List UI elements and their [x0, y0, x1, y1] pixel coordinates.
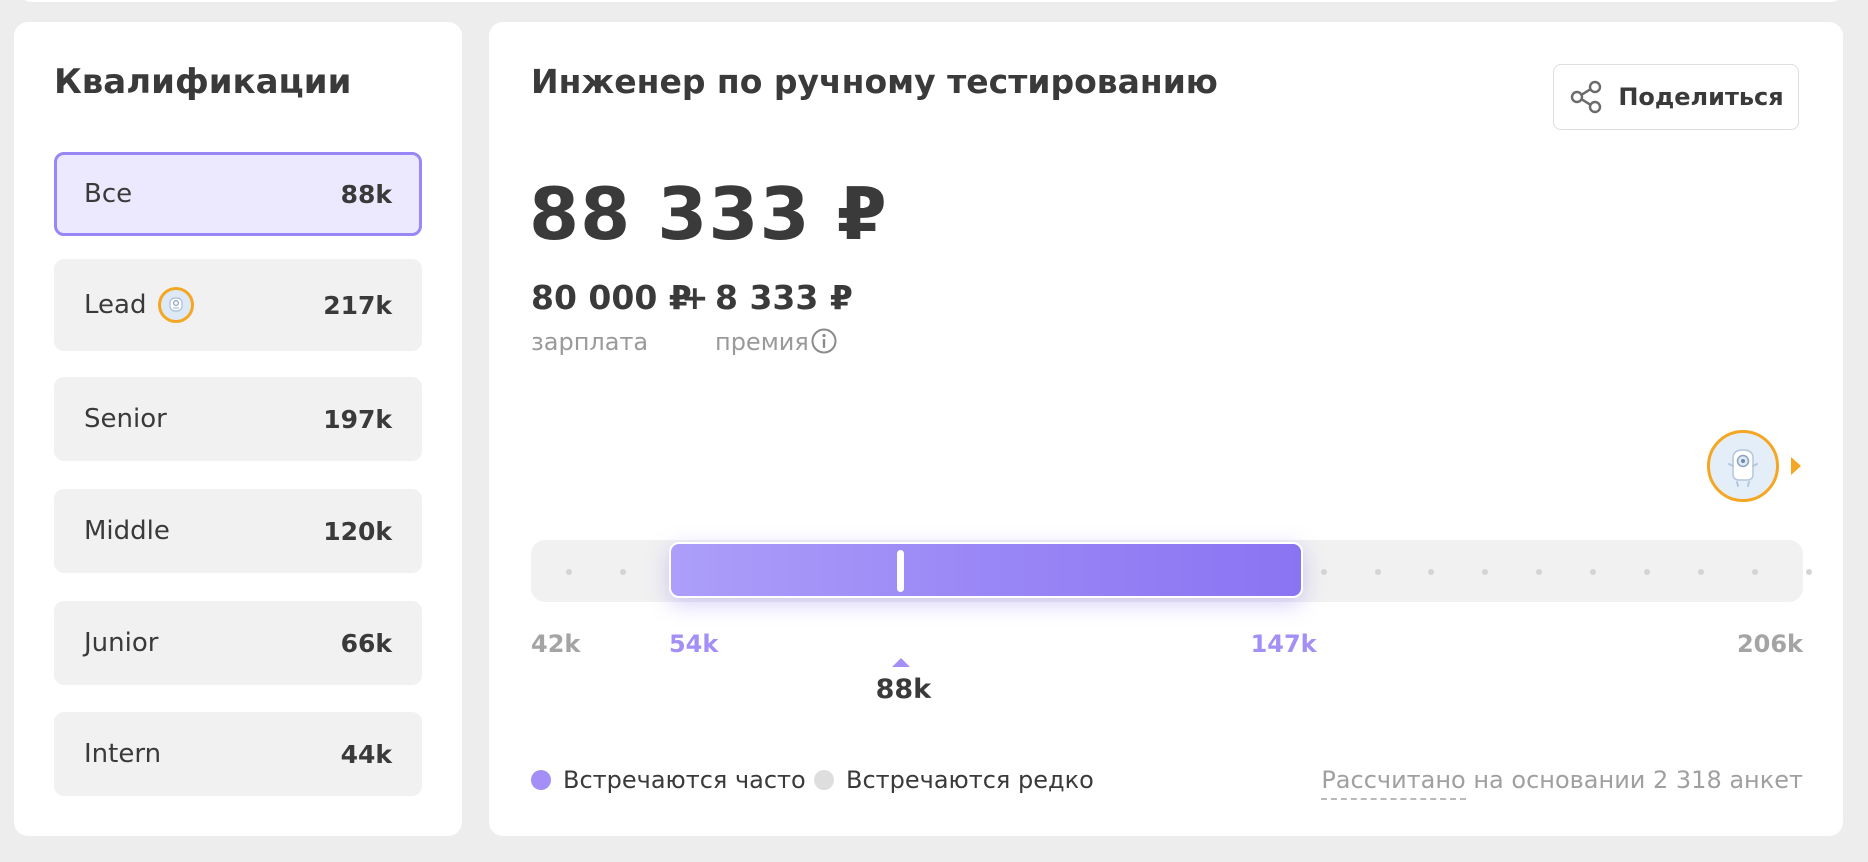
- calculation-note: Рассчитано на основании 2 318 анкет: [1321, 766, 1803, 800]
- range-max-label: 206k: [1736, 630, 1803, 658]
- calculation-text: на основании 2 318 анкет: [1465, 766, 1803, 794]
- qualification-item-junior[interactable]: Junior 66k: [54, 601, 422, 685]
- track-dot: [1374, 569, 1381, 575]
- track-dot: [1697, 569, 1704, 575]
- qualifications-panel: Квалификации Все 88k Lead 217k Senior 19…: [14, 22, 462, 836]
- track-dot: [1590, 569, 1597, 575]
- bonus-caption: премия: [715, 328, 809, 356]
- plus-sign: +: [681, 278, 709, 317]
- calculation-link[interactable]: Рассчитано: [1321, 766, 1466, 800]
- qualification-value: 197k: [323, 404, 392, 434]
- track-dot: [1428, 569, 1435, 575]
- share-icon: [1571, 80, 1602, 114]
- track-dot: [1644, 569, 1650, 575]
- median-label: 88k: [875, 674, 932, 705]
- range-high-label: 147k: [1250, 630, 1317, 658]
- legend-rare-dot: [814, 770, 834, 790]
- legend-rare: Встречаются редко: [814, 766, 1094, 794]
- qualification-value: 217k: [323, 290, 392, 320]
- qualification-item-lead[interactable]: Lead 217k: [54, 259, 422, 351]
- robot-badge-icon[interactable]: [1707, 430, 1779, 502]
- salary-panel: Инженер по ручному тестированию Поделить…: [489, 22, 1843, 836]
- salary-range-bar[interactable]: [668, 542, 1303, 598]
- top-card-edge: [20, 0, 1842, 2]
- legend-frequent: Встречаются часто: [531, 766, 806, 794]
- qualification-label: Middle: [84, 516, 170, 546]
- track-dot: [1751, 569, 1758, 575]
- next-arrow-icon[interactable]: [1791, 457, 1801, 475]
- qualification-label: Intern: [84, 739, 162, 769]
- salary-caption: зарплата: [531, 328, 649, 356]
- qualification-value: 120k: [323, 516, 392, 546]
- legend-frequent-label: Встречаются часто: [563, 766, 806, 794]
- qualification-value: 44k: [340, 739, 392, 769]
- legend-rare-label: Встречаются редко: [846, 766, 1094, 794]
- median-marker[interactable]: [897, 550, 905, 592]
- qualification-value: 88k: [340, 179, 392, 209]
- salary-value: 80 000 ₽: [531, 278, 692, 317]
- qualification-item-senior[interactable]: Senior 197k: [54, 377, 422, 461]
- median-caret-icon: [891, 658, 910, 667]
- qualification-item-all[interactable]: Все 88k: [54, 152, 422, 236]
- job-title: Инженер по ручному тестированию: [531, 62, 1218, 101]
- range-min-label: 42k: [531, 630, 581, 658]
- info-icon[interactable]: [811, 328, 837, 354]
- legend-frequent-dot: [531, 770, 551, 790]
- qualifications-title: Квалификации: [54, 62, 352, 102]
- salary-range-track: [531, 540, 1812, 602]
- robot-badge-icon: [158, 287, 195, 323]
- bonus-value: 8 333 ₽: [715, 278, 853, 317]
- qualification-label: Junior: [84, 628, 159, 658]
- total-salary: 88 333 ₽: [529, 172, 888, 256]
- share-button[interactable]: Поделиться: [1553, 64, 1799, 130]
- qualification-label: Все: [84, 179, 133, 209]
- qualification-label: Lead: [84, 290, 147, 320]
- qualification-item-middle[interactable]: Middle 120k: [54, 489, 422, 573]
- qualification-value: 66k: [340, 628, 392, 658]
- track-dot: [566, 569, 572, 575]
- range-low-label: 54k: [668, 630, 719, 658]
- qualification-label: Senior: [84, 404, 167, 434]
- track-dot: [619, 569, 626, 575]
- track-dot: [1482, 569, 1489, 575]
- track-dot: [1320, 569, 1327, 575]
- track-dot: [1536, 569, 1543, 575]
- track-dot: [1805, 569, 1812, 575]
- share-label: Поделиться: [1618, 83, 1784, 111]
- qualification-item-intern[interactable]: Intern 44k: [54, 712, 422, 796]
